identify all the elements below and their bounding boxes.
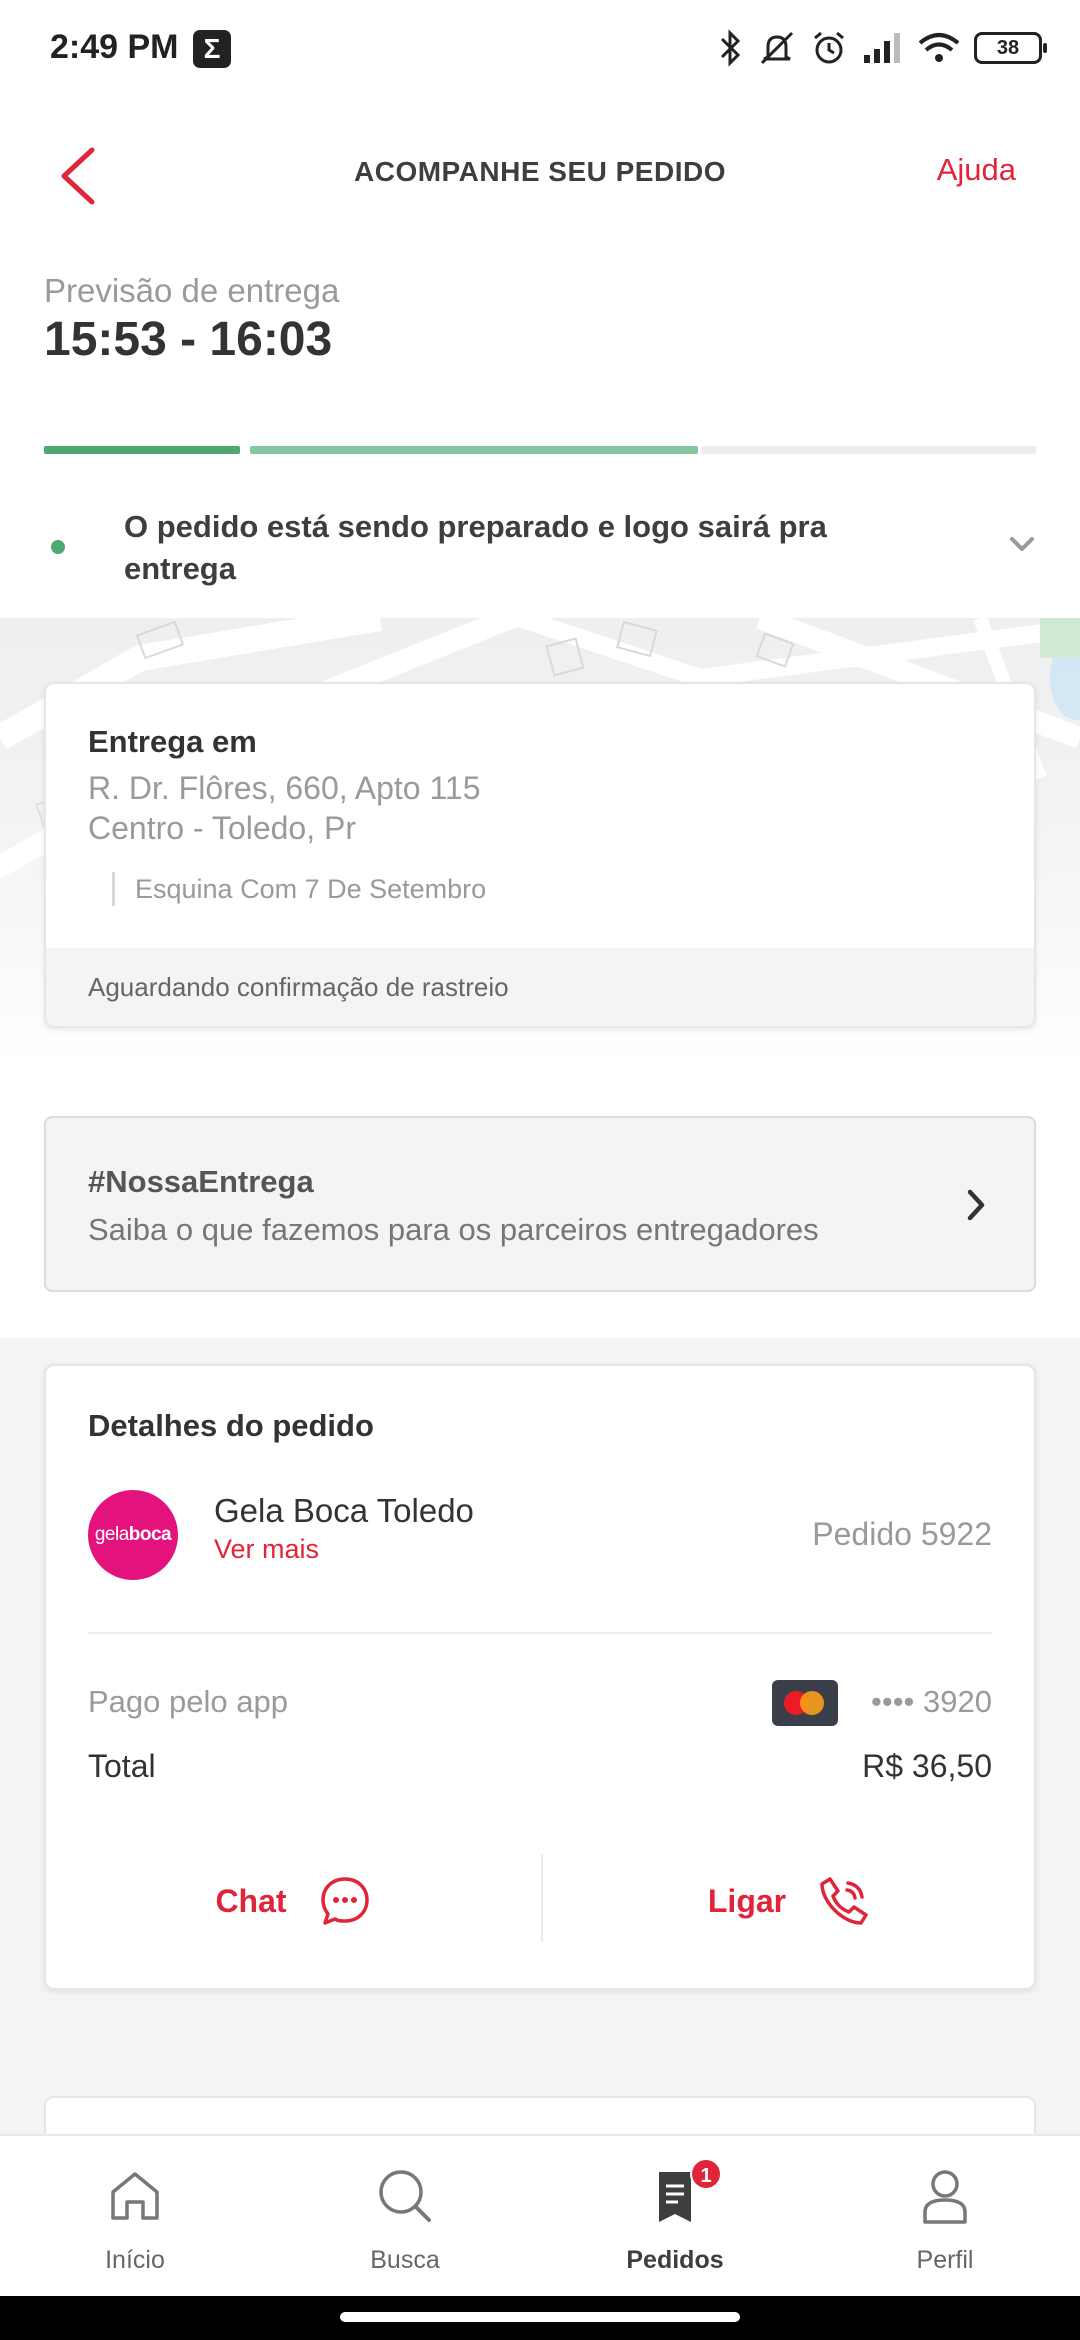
home-gesture-handle[interactable] (340, 2312, 740, 2322)
address-line-1: R. Dr. Flôres, 660, Apto 115 (88, 770, 481, 806)
alarm-icon (814, 31, 844, 64)
nav-item-home[interactable]: Início (0, 2136, 270, 2298)
nav-label-search: Busca (370, 2246, 440, 2274)
store-logo-text-light: gela (94, 1524, 129, 1545)
profile-icon (923, 2170, 967, 2224)
chat-icon (320, 1877, 369, 1925)
signal-icon (864, 33, 900, 63)
gesture-bar (0, 2296, 1080, 2340)
delivery-address-card: Entrega em R. Dr. Flôres, 660, Apto 115 … (44, 682, 1036, 1028)
store-logo-text-bold: boca (128, 1524, 172, 1545)
chevron-down-icon[interactable] (1004, 526, 1040, 562)
payment-label: Pago pelo app (88, 1684, 288, 1719)
order-status-text: O pedido está sendo preparado e logo sai… (124, 509, 827, 586)
call-button-label: Ligar (707, 1882, 787, 1919)
sigma-app-icon: Σ (193, 30, 231, 68)
forecast-label: Previsão de entrega (44, 272, 340, 309)
total-label: Total (88, 1748, 156, 1784)
progress-step-pending (702, 446, 1036, 454)
wifi-icon (918, 33, 960, 62)
status-time: 2:49 PM (50, 28, 179, 66)
order-details-title: Detalhes do pedido (88, 1408, 374, 1443)
chat-button-label: Chat (215, 1882, 287, 1919)
address-line-2: Centro - Toledo, Pr (88, 810, 356, 846)
mute-icon (760, 31, 794, 65)
chevron-right-icon (967, 1189, 985, 1221)
card-number-masked: •••• 3920 (871, 1684, 992, 1719)
status-dot (51, 540, 65, 554)
forecast-time: 15:53 - 16:03 (44, 313, 333, 366)
status-bar: 2:49 PM Σ 38 (0, 0, 1080, 96)
delivery-progress (44, 446, 1036, 454)
nav-label-home: Início (105, 2246, 165, 2274)
tracking-status-bar: Aguardando confirmação de rastreio (46, 948, 1034, 1026)
divider (88, 1632, 992, 1634)
chat-button[interactable]: Chat (46, 1850, 542, 1952)
order-status-row[interactable]: O pedido está sendo preparado e logo sai… (0, 490, 1080, 618)
home-icon (111, 2172, 159, 2220)
page-title: ACOMPANHE SEU PEDIDO (354, 156, 726, 187)
order-details-card: Detalhes do pedido gelaboca Gela Boca To… (44, 1364, 1036, 1990)
status-icons: 38 (718, 26, 1047, 70)
store-see-more-link[interactable]: Ver mais (214, 1534, 319, 1565)
order-actions: Chat Ligar (46, 1850, 1034, 1952)
mastercard-icon (772, 1680, 838, 1726)
address-reference: Esquina Com 7 De Setembro (112, 872, 486, 906)
address-title: Entrega em (88, 724, 257, 759)
tracking-status-text: Aguardando confirmação de rastreio (88, 972, 509, 1002)
total-value: R$ 36,50 (862, 1748, 992, 1784)
bluetooth-icon (720, 29, 741, 67)
nav-item-profile[interactable]: Perfil (810, 2136, 1080, 2298)
store-name: Gela Boca Toledo (214, 1492, 474, 1529)
help-link[interactable]: Ajuda (937, 152, 1016, 188)
nav-label-profile: Perfil (916, 2246, 974, 2274)
search-icon (379, 2170, 431, 2222)
nav-item-search[interactable]: Busca (270, 2136, 540, 2298)
store-logo: gelaboca (88, 1490, 178, 1580)
progress-step-done (44, 446, 240, 454)
partner-banner-subtitle: Saiba o que fazemos para os parceiros en… (88, 1212, 819, 1247)
bottom-navigation: Início Busca 1 Pedidos Perfil (0, 2134, 1080, 2296)
header: ACOMPANHE SEU PEDIDO Ajuda (0, 120, 1080, 230)
order-number: Pedido 5922 (812, 1516, 992, 1552)
progress-step-active (250, 446, 698, 454)
nav-label-orders: Pedidos (626, 2246, 724, 2274)
orders-badge: 1 (690, 2158, 722, 2190)
partner-banner[interactable]: #NossaEntrega Saiba o que fazemos para o… (44, 1116, 1036, 1292)
nav-item-orders[interactable]: 1 Pedidos (540, 2136, 810, 2298)
battery-icon: 38 (974, 32, 1047, 64)
partner-banner-title: #NossaEntrega (88, 1164, 314, 1199)
phone-icon (820, 1877, 868, 1925)
call-button[interactable]: Ligar (542, 1850, 1034, 1952)
